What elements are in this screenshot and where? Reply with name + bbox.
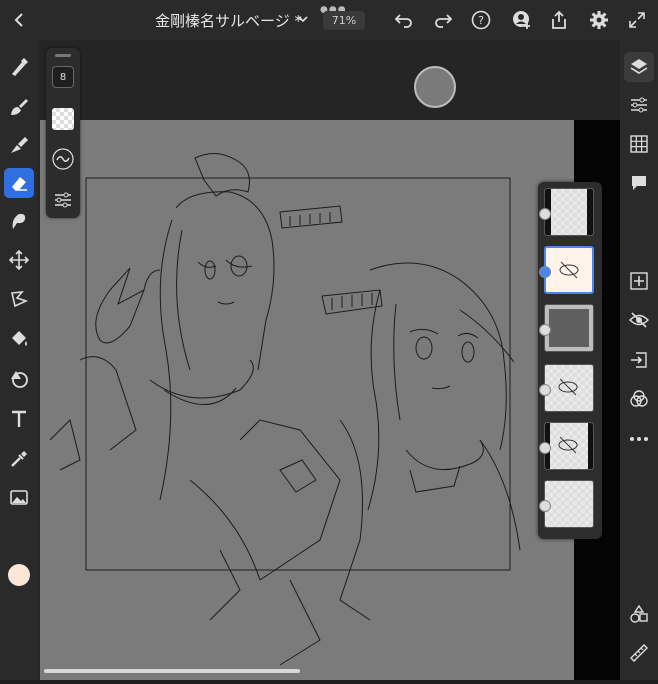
brush-size-preview: [414, 66, 456, 108]
eyedropper-tool-icon[interactable]: [4, 444, 34, 474]
horizontal-scrollbar[interactable]: [44, 669, 300, 673]
layer-badge: [539, 324, 551, 336]
add-layer-icon[interactable]: [624, 266, 654, 296]
move-tool-icon[interactable]: [4, 245, 34, 275]
layer-thumbnail-selected[interactable]: [544, 246, 594, 294]
eye-off-icon: [559, 261, 579, 279]
layers-panel: [538, 182, 602, 539]
color-swatch[interactable]: [8, 564, 30, 586]
image-tool-icon[interactable]: [4, 482, 34, 512]
layer-thumbnail[interactable]: [544, 304, 594, 352]
opacity-swatch[interactable]: [52, 108, 74, 130]
text-tool-icon[interactable]: [4, 404, 34, 434]
share-icon[interactable]: [547, 8, 571, 32]
lasso-tool-icon[interactable]: [4, 284, 34, 314]
layer-badge: [539, 208, 551, 220]
fullscreen-icon[interactable]: [625, 8, 649, 32]
panel-grip[interactable]: [55, 54, 71, 57]
tools-bar: [0, 40, 38, 680]
grid-icon[interactable]: [624, 129, 654, 159]
eye-off-icon: [558, 436, 578, 454]
comments-icon[interactable]: [624, 168, 654, 198]
brush-settings-icon[interactable]: [53, 190, 73, 210]
layers-icon[interactable]: [624, 52, 654, 82]
layer-thumbnail[interactable]: [544, 364, 594, 412]
fill-tool-icon[interactable]: [4, 324, 34, 354]
eraser-tool-icon[interactable]: [4, 168, 34, 198]
smudge-tool-icon[interactable]: [4, 206, 34, 236]
tool-options-panel: 8: [46, 48, 80, 218]
layer-thumbnail[interactable]: [544, 422, 594, 470]
back-icon[interactable]: [8, 8, 32, 32]
eye-off-icon: [558, 378, 578, 396]
live-brush-tool-icon[interactable]: [4, 92, 34, 122]
visibility-icon[interactable]: [624, 305, 654, 335]
layer-thumbnail[interactable]: [544, 188, 594, 236]
layer-badge: [539, 442, 551, 454]
top-bar: ●●● 金剛榛名サルベージ * 71% ?: [0, 0, 658, 40]
shapes-icon[interactable]: [624, 599, 654, 629]
add-user-icon[interactable]: [510, 8, 534, 32]
layer-badge: [539, 500, 551, 512]
more-icon[interactable]: [624, 424, 654, 454]
import-icon[interactable]: [624, 345, 654, 375]
sketch-artwork: [49, 153, 521, 666]
document-title[interactable]: 金剛榛名サルベージ *: [155, 10, 302, 31]
ruler-icon[interactable]: [624, 638, 654, 668]
svg-text:?: ?: [478, 14, 484, 27]
smoothing-icon[interactable]: [52, 148, 74, 170]
chevron-down-icon[interactable]: [297, 10, 309, 29]
settings-icon[interactable]: [587, 8, 611, 32]
layer-badge: [539, 266, 551, 278]
blend-icon[interactable]: [624, 384, 654, 414]
shape-tool-icon[interactable]: [4, 364, 34, 394]
layer-properties-icon[interactable]: [624, 90, 654, 120]
layer-badge: [539, 384, 551, 396]
help-icon[interactable]: ?: [469, 8, 493, 32]
zoom-level[interactable]: 71%: [323, 11, 365, 30]
layer-thumbnail[interactable]: [544, 480, 594, 528]
brush-size-field[interactable]: 8: [52, 66, 74, 88]
redo-icon[interactable]: [431, 8, 455, 32]
pixel-brush-tool-icon[interactable]: [4, 52, 34, 82]
artboard[interactable]: [40, 120, 574, 680]
vector-brush-tool-icon[interactable]: [4, 130, 34, 160]
right-toolbar: [620, 40, 658, 680]
undo-icon[interactable]: [392, 8, 416, 32]
